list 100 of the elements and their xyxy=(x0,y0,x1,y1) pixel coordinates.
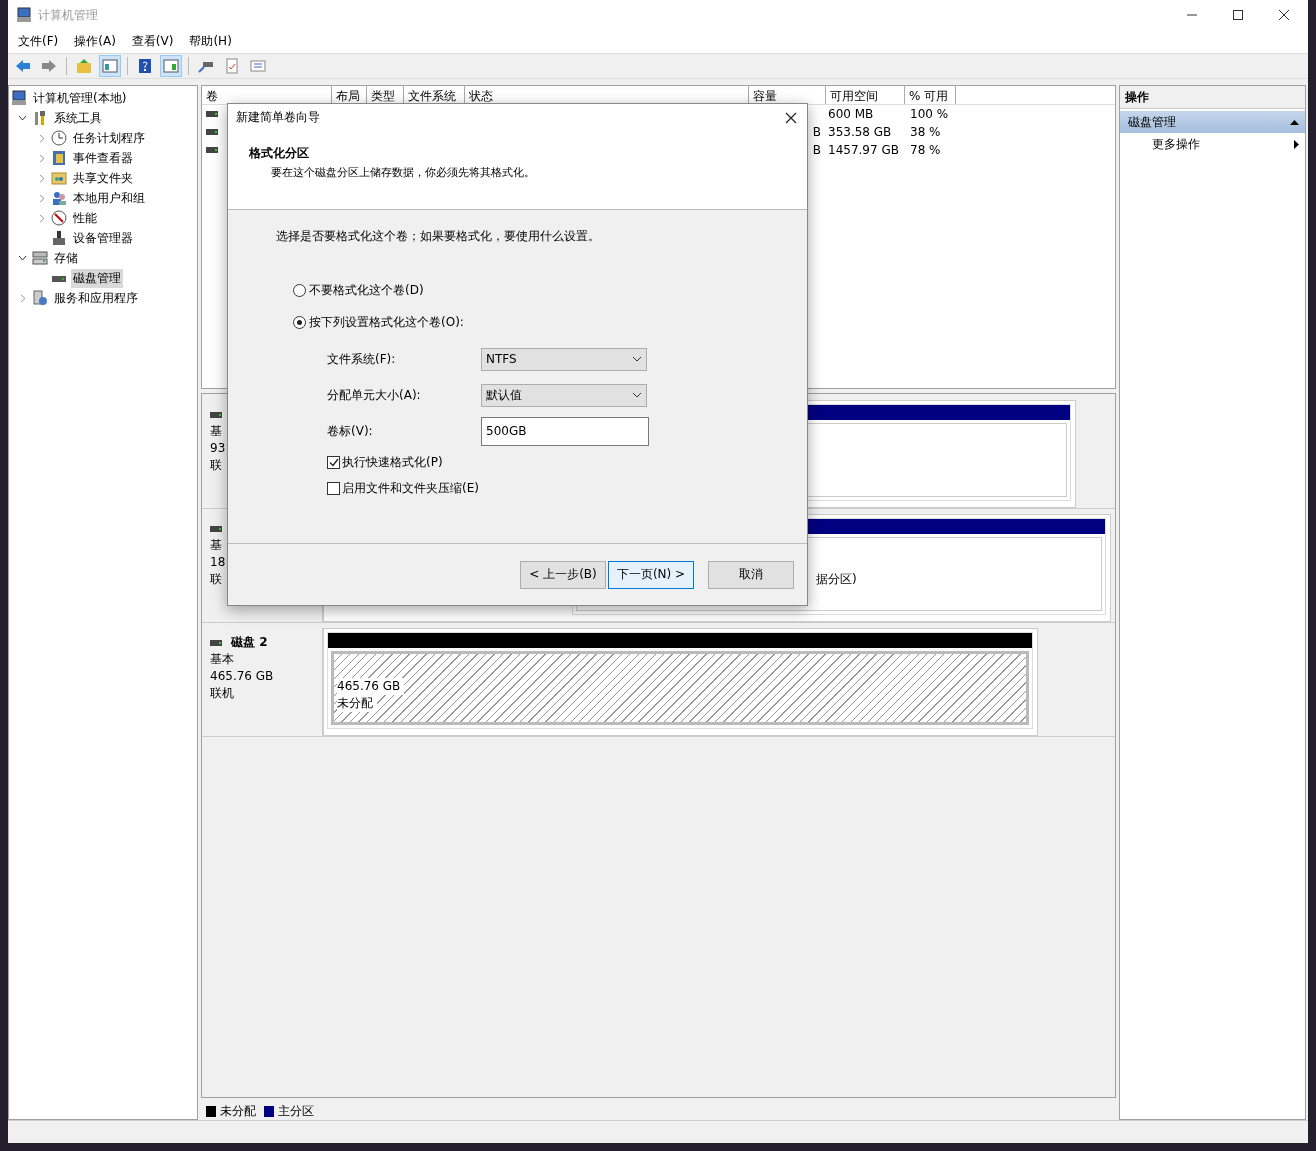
wizard-button[interactable]: 下一页(N) > xyxy=(608,560,694,589)
menu-item[interactable]: 查看(V) xyxy=(131,33,174,50)
chevron-right-icon[interactable] xyxy=(19,293,26,303)
help-icon[interactable] xyxy=(137,58,153,74)
checkbox[interactable] xyxy=(327,481,340,495)
disk-info: 基 xyxy=(210,537,223,554)
forward-arrow-icon[interactable] xyxy=(41,58,57,74)
device-icon xyxy=(51,230,67,246)
menu-item[interactable]: 文件(F) xyxy=(18,33,59,50)
tools-icon xyxy=(32,110,48,126)
instruction-text: 选择是否要格式化这个卷；如果要格式化，要使用什么设置。 xyxy=(276,228,601,245)
clock-icon xyxy=(51,130,67,146)
tree-item[interactable]: 共享文件夹 xyxy=(71,168,135,188)
server-icon xyxy=(32,290,48,306)
column-header[interactable]: % 可用 xyxy=(905,86,956,104)
event-log-icon xyxy=(51,150,67,166)
menu-item[interactable]: 操作(A) xyxy=(74,33,116,50)
drive-icon xyxy=(206,111,218,117)
column-header[interactable]: 可用空间 xyxy=(826,86,905,104)
chevron-down-icon[interactable] xyxy=(18,255,27,261)
table-cell: B xyxy=(812,143,821,157)
table-cell: 38 % xyxy=(910,125,941,139)
drive-icon xyxy=(206,129,218,135)
chevron-down-icon[interactable] xyxy=(18,115,27,121)
partition[interactable]: 465.76 GB 未分配 xyxy=(327,632,1033,729)
drive-icon xyxy=(206,147,218,153)
chevron-right-icon[interactable] xyxy=(38,193,45,203)
tree-item[interactable]: 计算机管理(本地) xyxy=(31,88,129,108)
tree-item[interactable]: 服务和应用程序 xyxy=(52,288,140,308)
radio-button[interactable] xyxy=(293,315,306,329)
action-item[interactable]: 更多操作 xyxy=(1120,133,1305,155)
partition-size: 465.76 GB xyxy=(337,678,405,695)
gauge-icon xyxy=(51,210,67,226)
checkbox[interactable] xyxy=(327,455,340,469)
wizard-button[interactable]: < 上一步(B) xyxy=(520,560,606,589)
disk-info: 93 xyxy=(210,440,227,457)
tree-item[interactable]: 任务计划程序 xyxy=(71,128,147,148)
disk-name: 磁盘 2 xyxy=(231,634,268,651)
table-cell: B xyxy=(812,125,821,139)
chevron-right-icon[interactable] xyxy=(38,173,45,183)
drive-icon xyxy=(210,525,222,532)
tree-item[interactable]: 存储 xyxy=(52,248,80,268)
tree-item[interactable]: 设备管理器 xyxy=(71,228,135,248)
shared-folder-icon xyxy=(51,170,67,186)
table-cell: 600 MB xyxy=(828,107,874,121)
radio-button[interactable] xyxy=(293,283,306,297)
close-icon[interactable] xyxy=(1278,9,1290,21)
checkbox-label[interactable]: 启用文件和文件夹压缩(E) xyxy=(342,479,479,497)
folder-up-icon[interactable] xyxy=(76,58,92,74)
users-icon xyxy=(51,190,67,206)
disk-info: 基 xyxy=(210,423,223,440)
close-icon[interactable] xyxy=(785,111,797,124)
collapse-triangle-icon[interactable] xyxy=(1290,119,1299,125)
tree-item[interactable]: 本地用户和组 xyxy=(71,188,147,208)
section-label: 磁盘管理 xyxy=(1128,113,1176,131)
dropdown[interactable]: 默认值 xyxy=(481,383,647,407)
chevron-right-icon[interactable] xyxy=(38,153,45,163)
chevron-down-icon xyxy=(632,392,642,398)
pane-icon[interactable] xyxy=(102,58,118,74)
submenu-arrow-icon xyxy=(1294,139,1299,149)
legend-label: 未分配 xyxy=(220,1102,256,1120)
chevron-right-icon[interactable] xyxy=(38,213,45,223)
back-arrow-icon[interactable] xyxy=(15,58,31,74)
menu-item[interactable]: 帮助(H) xyxy=(189,33,232,50)
list-icon[interactable] xyxy=(250,58,266,74)
tree-item[interactable]: 性能 xyxy=(71,208,99,228)
disk-info: 联 xyxy=(210,457,223,474)
maximize-icon[interactable] xyxy=(1232,9,1244,21)
actions-section[interactable]: 磁盘管理 xyxy=(1120,111,1305,133)
computer-icon xyxy=(16,7,32,23)
tree-item[interactable]: 磁盘管理 xyxy=(71,268,123,288)
radio-label[interactable]: 按下列设置格式化这个卷(O): xyxy=(309,313,464,331)
wizard-button[interactable]: 取消 xyxy=(708,560,794,589)
wizard-heading: 格式化分区 xyxy=(249,145,310,162)
table-cell: 1457.97 GB xyxy=(828,143,899,157)
pane-icon[interactable] xyxy=(163,58,179,74)
dropdown[interactable]: NTFS xyxy=(481,347,647,371)
input-field[interactable]: 500GB xyxy=(481,416,649,446)
disk-info: 18 xyxy=(210,554,227,571)
checklist-icon[interactable] xyxy=(224,58,240,74)
field-label: 分配单元大小(A): xyxy=(327,386,422,404)
partition-label: 未分配 xyxy=(337,695,377,712)
window-title: 计算机管理 xyxy=(38,6,98,24)
disk-info: 基本 xyxy=(210,651,235,668)
dialog-title: 新建简单卷向导 xyxy=(236,109,320,126)
field-label: 卷标(V): xyxy=(327,422,374,440)
disk-info: 联 xyxy=(210,571,223,588)
checkbox-label[interactable]: 执行快速格式化(P) xyxy=(342,453,443,471)
wizard-subheading: 要在这个磁盘分区上储存数据，你必须先将其格式化。 xyxy=(271,165,536,180)
drive-icon xyxy=(210,411,222,418)
tree-item[interactable]: 系统工具 xyxy=(52,108,104,128)
computer-icon xyxy=(11,90,27,106)
drive-icon xyxy=(210,639,222,646)
table-cell: 353.58 GB xyxy=(828,125,892,139)
chevron-right-icon[interactable] xyxy=(38,133,45,143)
checkmark-icon xyxy=(328,457,339,467)
radio-label[interactable]: 不要格式化这个卷(D) xyxy=(309,281,424,299)
field-label: 文件系统(F): xyxy=(327,350,397,368)
tree-item[interactable]: 事件查看器 xyxy=(71,148,135,168)
legend-label: 主分区 xyxy=(278,1102,314,1120)
